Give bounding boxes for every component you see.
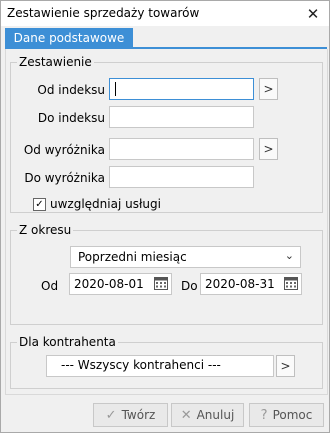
group-legend: Z okresu (17, 223, 74, 237)
do-date-input[interactable]: 2020-08-31 (200, 273, 302, 295)
do-indeksu-input[interactable] (109, 106, 254, 128)
do-wyroznika-input[interactable] (109, 166, 254, 188)
window-title: Zestawienie sprzedaży towarów (7, 6, 200, 20)
od-date-label: Od (41, 279, 59, 293)
do-wyroznika-label: Do wyróżnika (24, 171, 105, 185)
pomoc-button[interactable]: ? Pomoc (249, 403, 324, 427)
help-icon: ? (260, 407, 268, 423)
kontrahent-value: --- Wszyscy kontrahenci --- (61, 358, 221, 372)
uwzgledniaj-uslugi-label: uwzględniaj usługi (50, 197, 161, 211)
do-date-label: Do (181, 279, 198, 293)
chevron-right-icon: > (263, 82, 274, 96)
calendar-icon[interactable] (154, 276, 168, 290)
group-zestawienie: Zestawienie Od indeksu > Do indeksu Od w… (10, 55, 323, 213)
tab-label: Dane podstawowe (13, 31, 125, 45)
do-indeksu-label: Do indeksu (37, 111, 105, 125)
kontrahent-lookup-button[interactable]: > (276, 355, 295, 377)
group-legend: Zestawienie (17, 55, 94, 69)
calendar-icon[interactable] (284, 276, 298, 290)
check-icon: ✓ (105, 407, 117, 423)
od-wyroznika-lookup-button[interactable]: > (259, 138, 278, 160)
od-date-value: 2020-08-01 (74, 277, 144, 291)
okres-select-value: Poprzedni miesiąc (78, 250, 187, 264)
od-date-input[interactable]: 2020-08-01 (69, 273, 172, 295)
text-caret (115, 81, 116, 96)
group-legend: Dla kontrahenta (17, 335, 118, 349)
chevron-down-icon: ⌄ (284, 249, 294, 262)
od-indeksu-lookup-button[interactable]: > (259, 78, 278, 100)
tab-dane-podstawowe[interactable]: Dane podstawowe (5, 28, 133, 48)
pomoc-label: Pomoc (272, 408, 313, 422)
od-indeksu-input[interactable] (109, 78, 254, 100)
tab-strip: Dane podstawowe (1, 26, 329, 48)
od-wyroznika-input[interactable] (109, 138, 254, 160)
tworz-label: Twórz (121, 408, 156, 422)
tab-panel: Zestawienie Od indeksu > Do indeksu Od w… (5, 49, 328, 395)
group-dla-kontrahenta: Dla kontrahenta --- Wszyscy kontrahenci … (10, 335, 323, 389)
close-icon[interactable]: ✕ (297, 1, 329, 26)
do-date-value: 2020-08-31 (205, 277, 275, 291)
od-indeksu-label: Od indeksu (37, 83, 105, 97)
chevron-right-icon: > (263, 142, 274, 156)
anuluj-label: Anuluj (196, 408, 235, 422)
group-z-okresu: Z okresu Poprzedni miesiąc ⌄ Od 2020-08-… (10, 223, 323, 325)
dialog-window: Zestawienie sprzedaży towarów ✕ Dane pod… (0, 0, 330, 433)
tworz-button[interactable]: ✓ Twórz (93, 403, 168, 427)
title-bar: Zestawienie sprzedaży towarów ✕ (1, 1, 329, 26)
chevron-right-icon: > (280, 359, 291, 373)
checkmark-icon: ✓ (33, 197, 46, 211)
kontrahent-input[interactable]: --- Wszyscy kontrahenci --- (46, 355, 274, 377)
okres-select[interactable]: Poprzedni miesiąc ⌄ (70, 246, 301, 268)
od-wyroznika-label: Od wyróżnika (23, 143, 105, 157)
close-icon: ✕ (180, 407, 192, 423)
uwzgledniaj-uslugi-checkbox[interactable]: ✓ uwzględniaj usługi (33, 197, 161, 211)
anuluj-button[interactable]: ✕ Anuluj (171, 403, 244, 427)
